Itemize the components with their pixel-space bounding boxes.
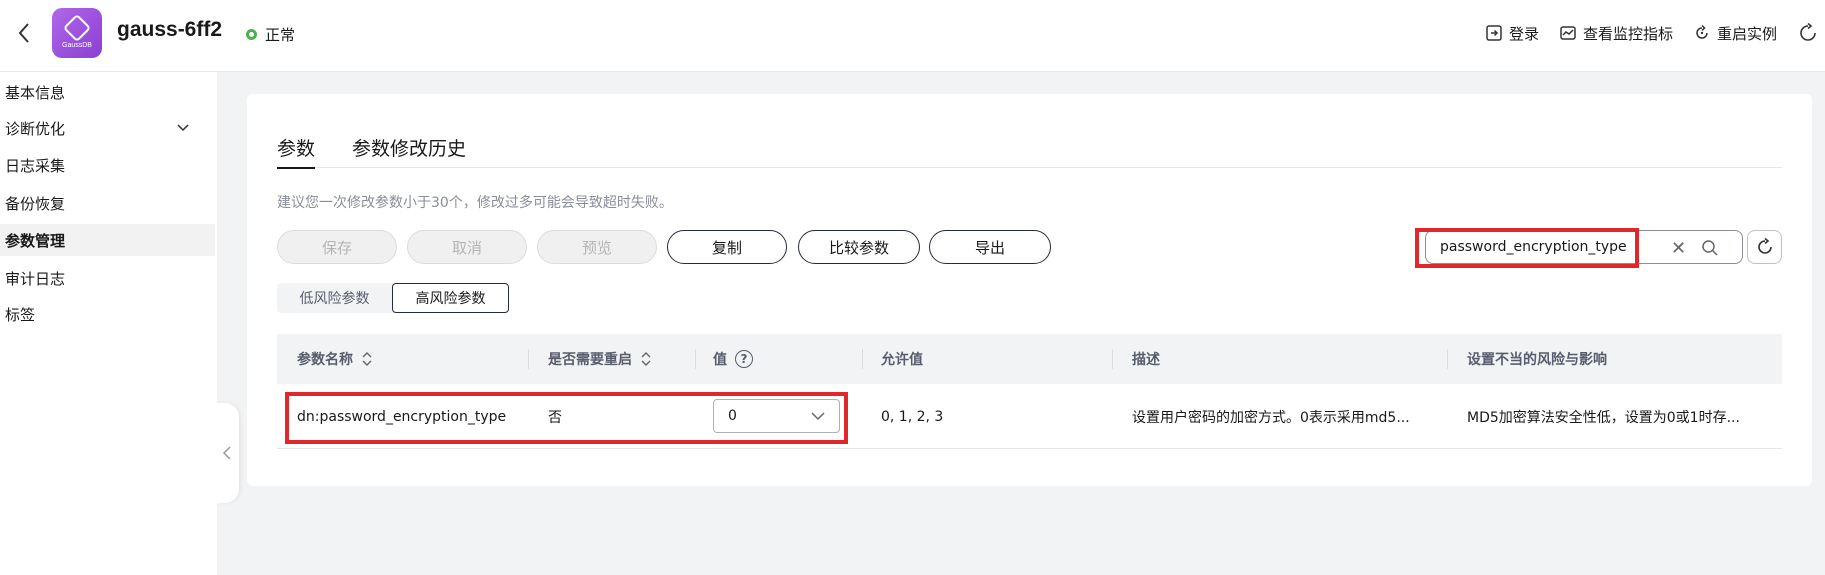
compare-button[interactable]: 比较参数 xyxy=(798,230,920,264)
sidebar-collapse-handle[interactable] xyxy=(215,403,239,503)
sidebar-item-backup[interactable]: 备份恢复 xyxy=(0,187,215,219)
header-actions: 登录 查看监控指标 重启实例 xyxy=(1485,20,1825,46)
tip-text: 建议您一次修改参数小于30个，修改过多可能会导致超时失败。 xyxy=(277,195,673,211)
column-header-name[interactable]: 参数名称 xyxy=(297,334,373,384)
parameters-card: 参数 参数修改历史 建议您一次修改参数小于30个，修改过多可能会导致超时失败。 … xyxy=(247,94,1812,486)
sort-icon xyxy=(641,352,651,366)
column-divider xyxy=(1447,349,1448,369)
restart-instance-button[interactable]: 重启实例 xyxy=(1693,23,1777,44)
high-risk-tab[interactable]: 高风险参数 xyxy=(392,283,509,313)
back-arrow-icon[interactable] xyxy=(12,20,36,46)
allowed-values-cell: 0, 1, 2, 3 xyxy=(881,408,944,425)
column-header-risk: 设置不当的风险与影响 xyxy=(1467,352,1607,368)
column-divider xyxy=(1112,349,1113,369)
sidebar-item-diagnosis[interactable]: 诊断优化 xyxy=(0,112,215,144)
column-label: 是否需要重启 xyxy=(548,352,632,368)
column-header-description: 描述 xyxy=(1132,352,1160,368)
column-label: 参数名称 xyxy=(297,352,353,368)
risk-level-toggle: 低风险参数 高风险参数 xyxy=(277,283,509,313)
restart-cell: 否 xyxy=(548,409,562,426)
restart-icon xyxy=(1696,24,1708,39)
gaussdb-logo: GaussDB xyxy=(52,8,102,58)
column-divider xyxy=(862,349,863,369)
chevron-left-icon xyxy=(222,446,231,460)
table-header: 参数名称 是否需要重启 值 ? 允许值 描述 设置不当的风险与影响 xyxy=(277,334,1782,384)
logo-hexagon-icon xyxy=(62,13,92,42)
param-name-cell: dn:password_encryption_type xyxy=(297,408,507,425)
refresh-icon xyxy=(1757,237,1772,254)
table-row: dn:password_encryption_type 否 0 0, 1, 2,… xyxy=(277,384,1782,449)
cancel-button[interactable]: 取消 xyxy=(407,230,527,264)
export-button[interactable]: 导出 xyxy=(929,230,1051,264)
column-divider xyxy=(528,349,529,369)
monitor-chart-icon xyxy=(1560,26,1576,40)
login-icon xyxy=(1486,25,1502,41)
logo-caption: GaussDB xyxy=(62,41,92,49)
instance-name: gauss-6ff2 xyxy=(117,18,223,41)
column-header-value: 值 ? xyxy=(713,334,753,384)
description-cell: 设置用户密码的加密方式。0表示采用md5... xyxy=(1132,409,1410,426)
risk-cell: MD5加密算法安全性低，设置为0或1时存... xyxy=(1467,409,1740,426)
monitor-label: 查看监控指标 xyxy=(1582,24,1673,43)
column-divider xyxy=(695,349,696,369)
chevron-down-icon xyxy=(811,412,825,421)
search-box: ✕ xyxy=(1425,230,1743,264)
sidebar-item-audit-log[interactable]: 审计日志 xyxy=(0,262,215,294)
sort-icon xyxy=(362,352,372,366)
refresh-icon[interactable] xyxy=(1797,22,1819,44)
tab-modification-history[interactable]: 参数修改历史 xyxy=(352,134,466,168)
login-button[interactable]: 登录 xyxy=(1485,23,1539,44)
search-icon[interactable] xyxy=(1701,239,1719,257)
tab-bar: 参数 参数修改历史 xyxy=(277,134,1782,169)
page-header: GaussDB gauss-6ff2 正常 登录 查看监控指标 重启实例 xyxy=(0,0,1825,72)
status-badge: 正常 xyxy=(246,24,295,45)
save-button[interactable]: 保存 xyxy=(277,230,397,264)
sidebar-item-parameters[interactable]: 参数管理 xyxy=(0,224,215,256)
refresh-button[interactable] xyxy=(1747,230,1782,264)
help-question-icon[interactable]: ? xyxy=(735,350,753,368)
sidebar-item-tags[interactable]: 标签 xyxy=(0,298,215,330)
copy-button[interactable]: 复制 xyxy=(667,230,787,264)
value-select[interactable]: 0 xyxy=(713,399,840,433)
preview-button[interactable]: 预览 xyxy=(537,230,657,264)
sidebar-item-basic-info[interactable]: 基本信息 xyxy=(0,76,215,108)
sidebar-item-log-collection[interactable]: 日志采集 xyxy=(0,149,215,181)
parameters-table: 参数名称 是否需要重启 值 ? 允许值 描述 设置不当的风险与影响 dn:pas… xyxy=(277,334,1782,449)
status-text: 正常 xyxy=(265,26,296,44)
low-risk-tab[interactable]: 低风险参数 xyxy=(277,283,392,313)
clear-icon[interactable]: ✕ xyxy=(1671,238,1686,259)
chevron-down-icon xyxy=(177,124,189,132)
status-dot-icon xyxy=(246,29,257,40)
tab-parameters[interactable]: 参数 xyxy=(277,134,316,169)
column-label: 值 xyxy=(713,352,727,368)
selected-value: 0 xyxy=(728,408,737,424)
column-header-allowed: 允许值 xyxy=(881,352,923,368)
search-input[interactable] xyxy=(1440,239,1670,255)
view-monitor-button[interactable]: 查看监控指标 xyxy=(1559,23,1673,44)
sidebar-item-label: 诊断优化 xyxy=(5,119,66,138)
column-header-restart[interactable]: 是否需要重启 xyxy=(548,334,652,384)
sidebar: 基本信息 诊断优化 日志采集 备份恢复 参数管理 审计日志 标签 xyxy=(0,72,217,575)
restart-label: 重启实例 xyxy=(1716,24,1777,43)
login-label: 登录 xyxy=(1508,24,1539,43)
